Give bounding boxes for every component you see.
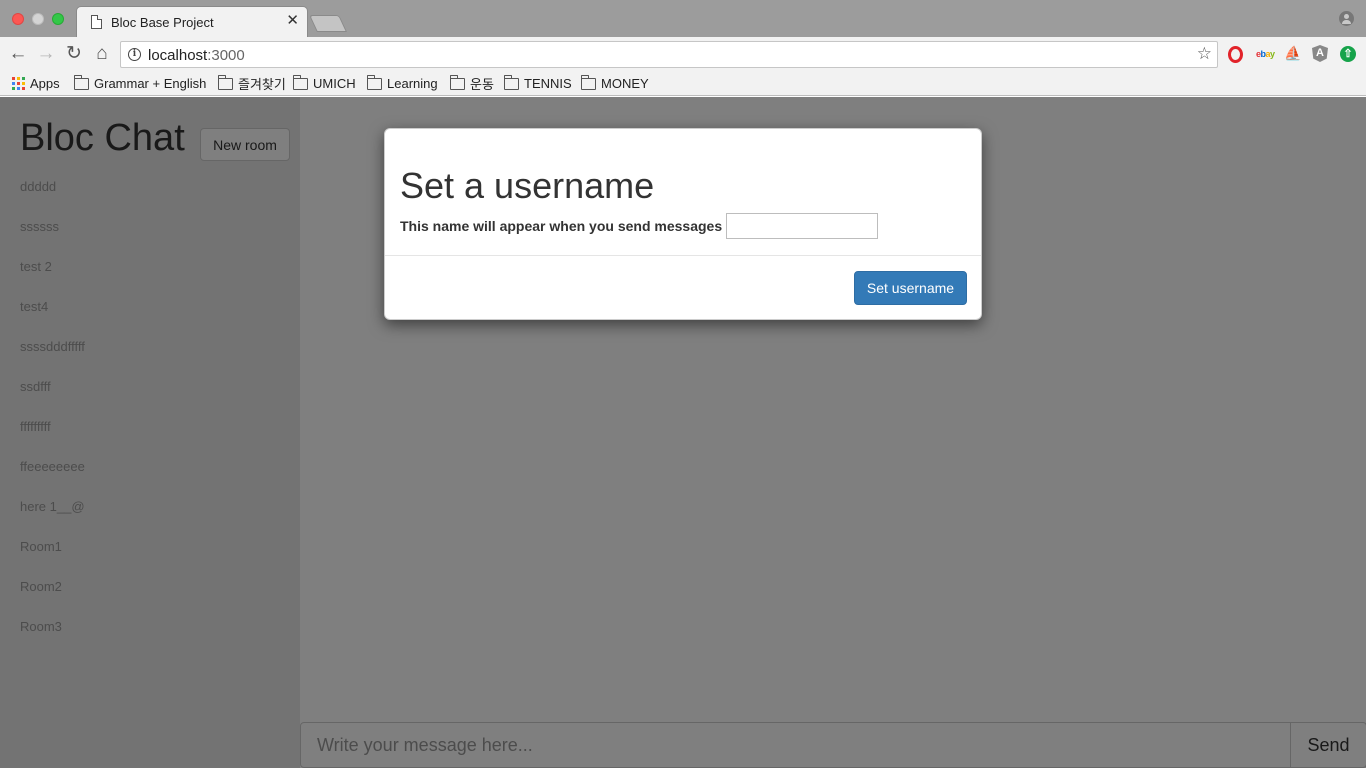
forward-arrow-icon[interactable]: → [36,44,56,64]
document-icon [91,15,102,29]
modal-body: Set a username This name will appear whe… [385,129,981,256]
opera-icon[interactable] [1228,46,1243,63]
bookmark-label: MONEY [601,76,649,91]
window-minimize-button[interactable] [32,13,44,25]
bookmark-folder-money[interactable]: MONEY [581,74,649,92]
reload-icon[interactable]: ↻ [64,44,84,64]
folder-icon [450,74,465,90]
folder-icon [581,74,596,90]
window-maximize-button[interactable] [52,13,64,25]
browser-tabstrip: Bloc Base Project ✕ [0,0,1366,37]
tab-title: Bloc Base Project [111,15,214,30]
set-username-button[interactable]: Set username [854,271,967,305]
info-icon[interactable]: i [128,48,141,61]
bookmark-apps[interactable]: Apps [12,75,60,92]
new-tab-button[interactable] [309,15,347,32]
home-icon[interactable]: ⌂ [92,44,112,64]
url-text[interactable]: localhost:3000 [148,47,245,64]
bookmark-folder-favorites[interactable]: 즐겨찾기 [218,74,286,92]
browser-toolbar: ← → ↻ ⌂ i localhost:3000 ☆ ebay ⛵ A ⇧ [0,37,1366,72]
modal-title: Set a username [400,165,655,206]
apps-grid-icon [12,77,25,90]
url-host: localhost [148,47,208,64]
bookmark-label: Learning [387,76,438,91]
bookmark-folder-umich[interactable]: UMICH [293,74,356,92]
username-input[interactable] [726,213,878,239]
bookmark-label: Apps [30,76,60,91]
update-icon[interactable]: ⇧ [1340,46,1356,62]
tab-close-icon[interactable]: ✕ [286,13,299,29]
bookmark-folder-learning[interactable]: Learning [367,74,438,92]
profile-icon[interactable] [1339,11,1354,26]
url-port: :3000 [207,47,245,64]
folder-icon [367,74,382,90]
bookmark-label: 즐겨찾기 [238,77,286,92]
window-close-button[interactable] [12,13,24,25]
bookmark-folder-tennis[interactable]: TENNIS [504,74,572,92]
bookmark-folder-exercise[interactable]: 운동 [450,74,494,92]
username-label: This name will appear when you send mess… [400,218,723,234]
folder-icon [74,74,89,90]
ebay-icon[interactable]: ebay [1256,49,1275,67]
folder-icon [293,74,308,90]
angular-icon[interactable]: A [1312,45,1328,62]
bookmarks-bar: Apps Grammar + English 즐겨찾기 UMICH Learni… [0,72,1366,96]
bookmark-label: TENNIS [524,76,572,91]
back-arrow-icon[interactable]: ← [8,44,28,64]
browser-tab[interactable]: Bloc Base Project ✕ [76,6,308,37]
address-bar[interactable]: i localhost:3000 ☆ [120,41,1218,68]
folder-icon [218,74,233,90]
username-modal: Set a username This name will appear whe… [384,128,982,320]
bookmark-folder-grammar[interactable]: Grammar + English [74,74,207,92]
star-icon[interactable]: ☆ [1197,44,1212,64]
folder-icon [504,74,519,90]
bookmark-label: 운동 [470,77,494,92]
bookmark-label: UMICH [313,76,356,91]
ship-icon[interactable]: ⛵ [1284,45,1301,63]
bookmark-label: Grammar + English [94,76,207,91]
